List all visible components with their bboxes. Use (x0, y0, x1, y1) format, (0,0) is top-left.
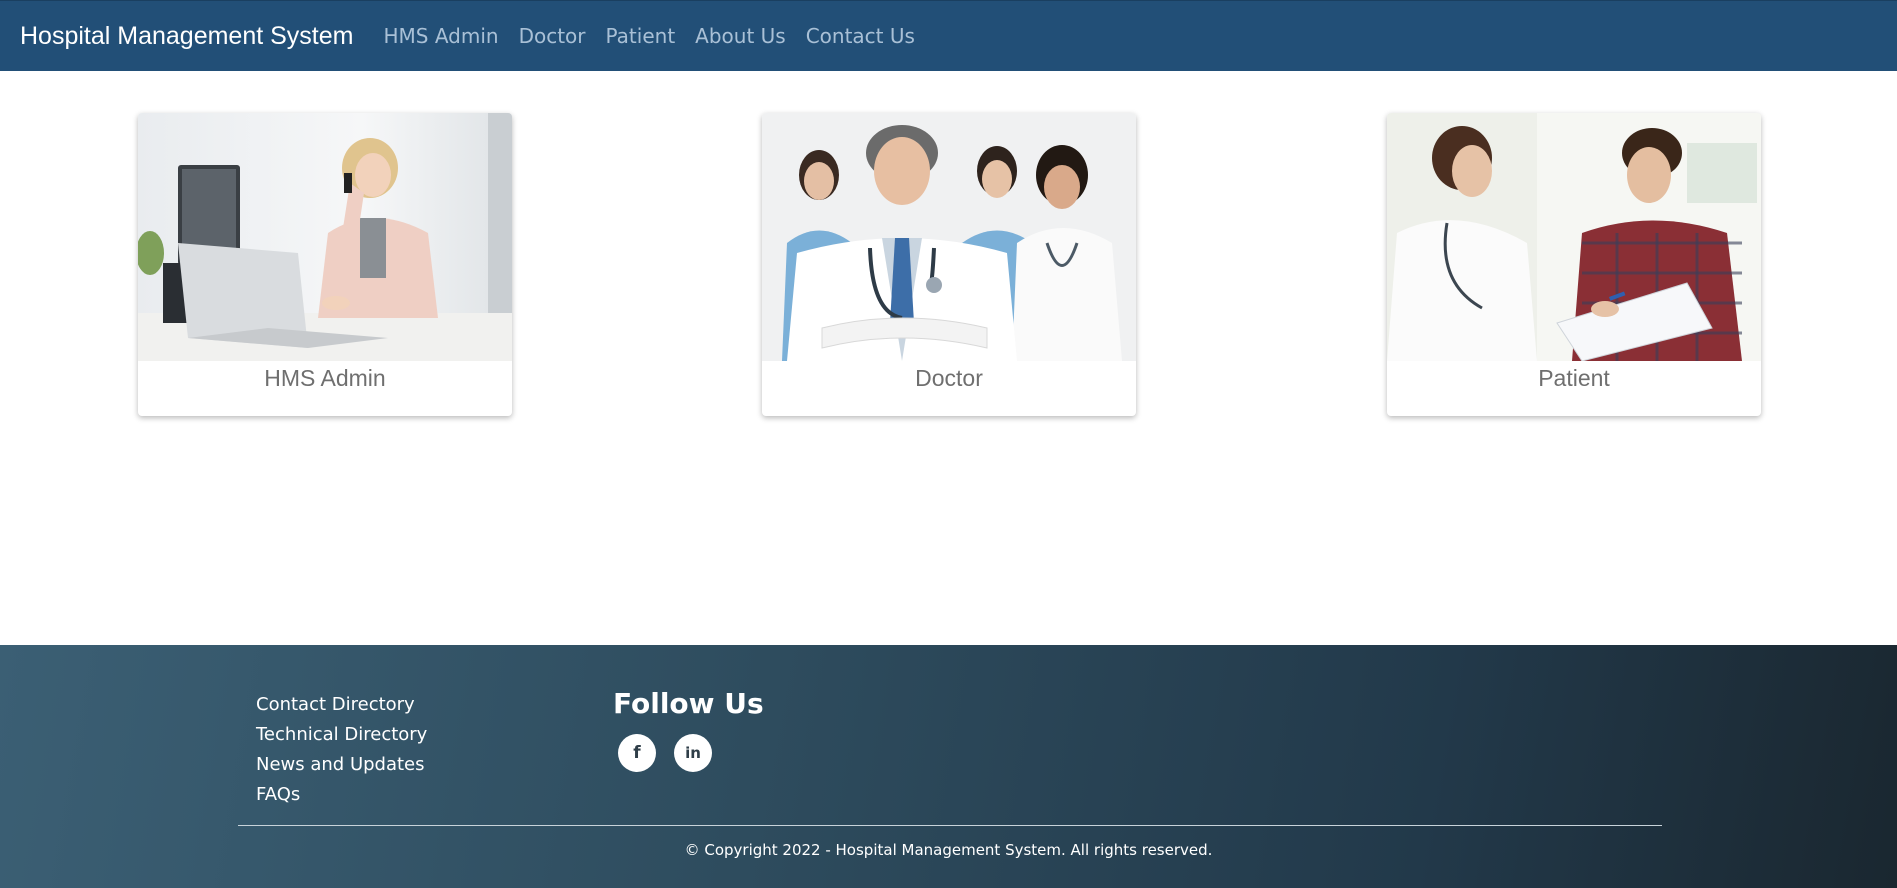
linkedin-icon[interactable]: in (674, 734, 712, 772)
doctor-card-title: Doctor (915, 365, 983, 391)
nav-link-contact-us[interactable]: Contact Us (806, 24, 915, 48)
footer-links: Contact Directory Technical Directory Ne… (256, 690, 427, 810)
doctor-and-nurses-photo (762, 113, 1136, 361)
brand-link[interactable]: Hospital Management System (20, 22, 353, 51)
footer: Contact Directory Technical Directory Ne… (0, 645, 1897, 888)
nav-link-hms-admin[interactable]: HMS Admin (383, 24, 498, 48)
hms-admin-card[interactable]: HMS Admin (138, 113, 512, 416)
footer-link-faqs[interactable]: FAQs (256, 780, 427, 810)
nav-link-doctor[interactable]: Doctor (519, 24, 586, 48)
facebook-icon[interactable]: f (618, 734, 656, 772)
social-links: f in (618, 734, 764, 772)
footer-link-contact-directory[interactable]: Contact Directory (256, 690, 427, 720)
doctor-with-patient-photo (1387, 113, 1761, 361)
footer-divider (238, 825, 1662, 826)
follow-us-heading: Follow Us (613, 687, 764, 720)
follow-us-section: Follow Us f in (613, 687, 764, 772)
admin-at-laptop-photo (138, 113, 512, 361)
nav-link-about-us[interactable]: About Us (695, 24, 786, 48)
patient-card-title: Patient (1538, 365, 1610, 391)
nav-menu: HMS Admin Doctor Patient About Us Contac… (383, 24, 914, 48)
footer-link-technical-directory[interactable]: Technical Directory (256, 720, 427, 750)
copyright-text: © Copyright 2022 - Hospital Management S… (684, 841, 1213, 859)
doctor-card[interactable]: Doctor (762, 113, 1136, 416)
hms-admin-card-title: HMS Admin (264, 365, 386, 391)
patient-card[interactable]: Patient (1387, 113, 1761, 416)
nav-link-patient[interactable]: Patient (606, 24, 676, 48)
top-navbar: Hospital Management System HMS Admin Doc… (0, 0, 1897, 71)
footer-link-news-and-updates[interactable]: News and Updates (256, 750, 427, 780)
